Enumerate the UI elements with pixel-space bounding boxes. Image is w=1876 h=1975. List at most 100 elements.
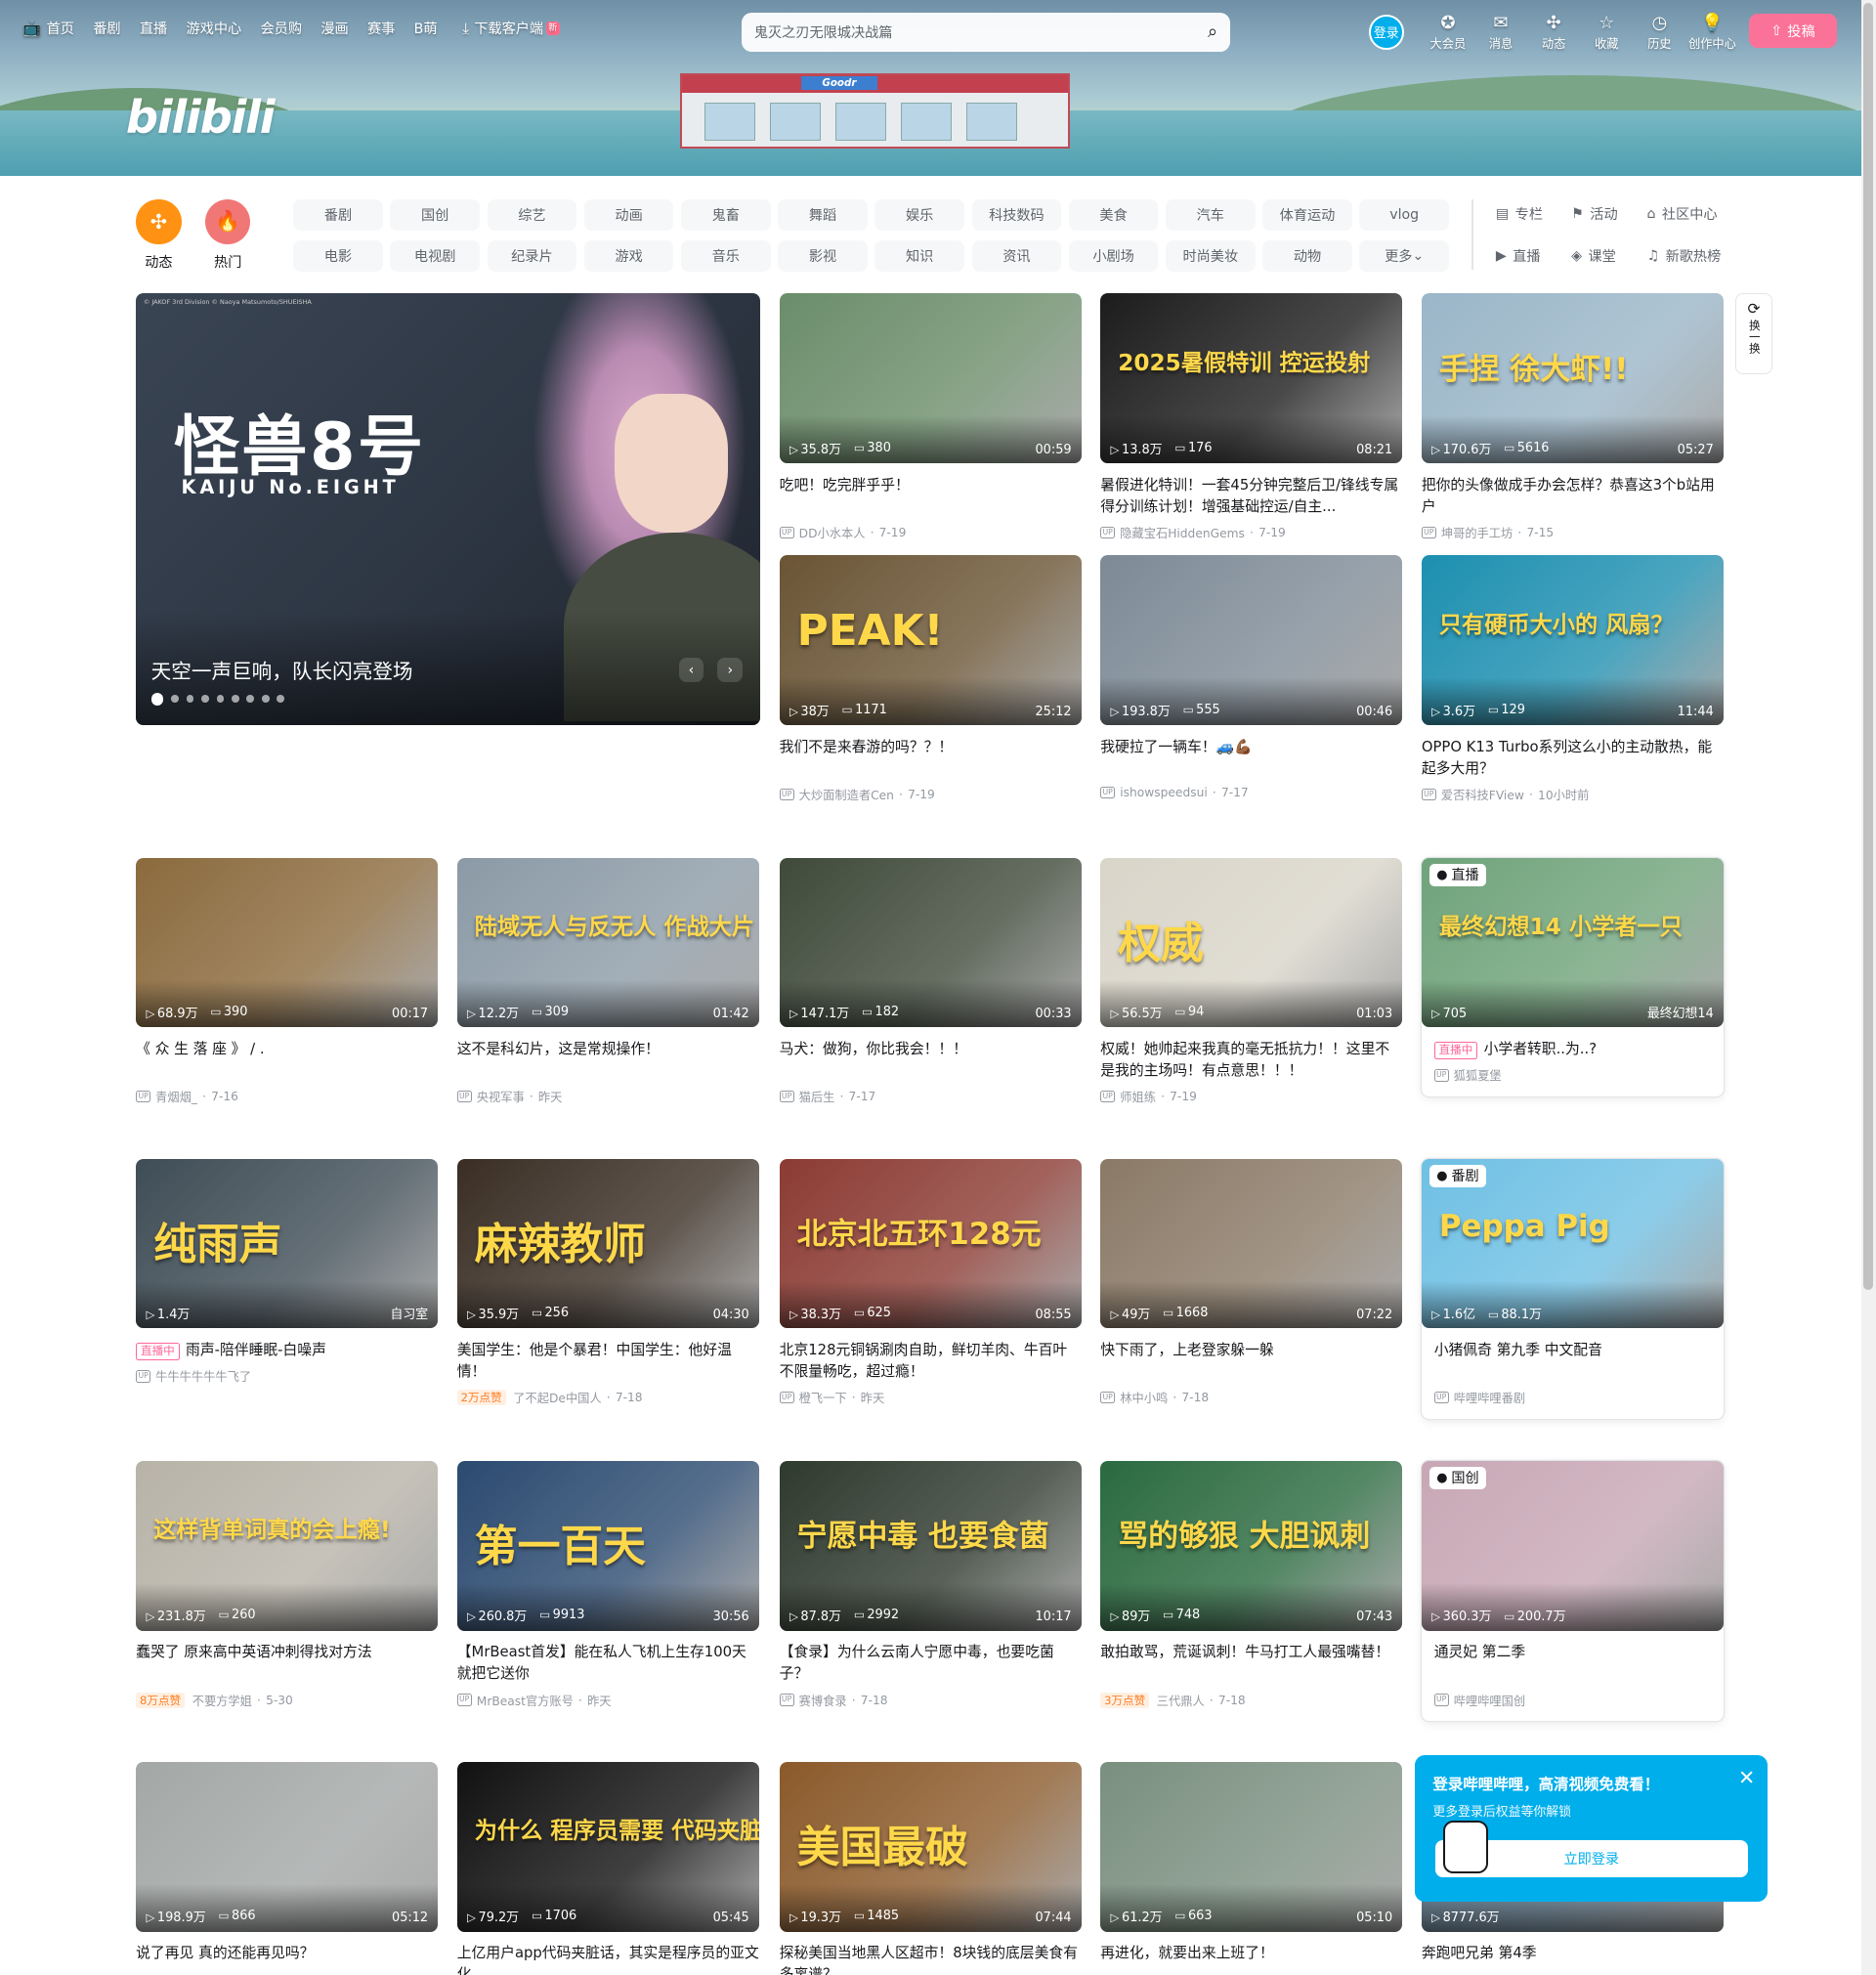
card-author[interactable]: 隐藏宝石HiddenGems (1120, 524, 1245, 541)
category-tag[interactable]: 科技数码 (971, 198, 1062, 231)
video-thumbnail[interactable]: 只有硬币大小的 风扇？ ▷ 3.6万 ▭ 129 11:44 (1421, 555, 1725, 726)
card-author[interactable]: 牛牛牛牛牛牛飞了 (155, 1367, 251, 1385)
video-card[interactable]: 陆域无人与反无人 作战大片 ▷ 12.2万 ▭ 309 01:42 这不是科幻片，这是常规操… (456, 857, 759, 1106)
video-thumbnail[interactable]: 这样背单词真的会上瘾! ▷ 231.8万 ▭ 260 (136, 1460, 439, 1631)
category-tag[interactable]: 鬼畜 (681, 198, 771, 231)
video-thumbnail[interactable]: 陆域无人与反无人 作战大片 ▷ 12.2万 ▭ 309 01:42 (456, 857, 759, 1028)
nav-match[interactable]: 赛事 (367, 19, 395, 38)
category-tag[interactable]: 体育运动 (1262, 198, 1352, 231)
video-thumbnail[interactable]: 为什么 程序员需要 代码夹脏话 ▷ 79.2万 ▭ 1706 05:45 (456, 1761, 759, 1932)
video-thumbnail[interactable]: ▷ 35.8万 ▭ 380 00:59 (779, 293, 1082, 464)
card-title[interactable]: 吃吧！吃完胖乎乎！ (780, 475, 1082, 518)
carousel-dot[interactable] (186, 695, 194, 704)
category-tag[interactable]: 汽车 (1166, 198, 1256, 231)
card-author[interactable]: ishowspeedsui (1120, 786, 1208, 799)
video-card[interactable]: ▷61.2万▭66305:10再进化，就要出来上班了！UP (1100, 1761, 1403, 1975)
card-title[interactable]: 再进化，就要出来上班了！ (1100, 1943, 1402, 1974)
category-tag[interactable]: 资讯 (971, 240, 1062, 273)
video-card[interactable]: 美国最破 ▷ 19.3万 ▭ 1485 07:44 探秘美国当地黑人区超市！8块钱的底层美食… (779, 1761, 1082, 1975)
search-bar[interactable]: 鬼灭之刃无限城决战篇 ⌕ (741, 12, 1230, 52)
video-thumbnail[interactable]: ▷ 61.2万 ▭ 663 05:10 (1100, 1761, 1403, 1932)
nav-anime[interactable]: 番剧 (93, 19, 120, 38)
video-card[interactable]: 麻辣教师 ▷ 35.9万 ▭ 256 04:30 美国学生：他是个暴君！中国学生：他好温情！… (456, 1158, 759, 1407)
dynamic-circle-button[interactable]: ✣ (136, 198, 182, 244)
video-thumbnail[interactable]: ▷ 193.8万 ▭ 555 00:46 (1100, 555, 1403, 726)
refresh-button[interactable]: ⟳ 换一换 (1734, 293, 1773, 374)
category-tag[interactable]: 影视 (778, 240, 868, 273)
category-tag[interactable]: 娱乐 (874, 198, 964, 231)
category-tag[interactable]: 纪录片 (487, 240, 577, 273)
video-thumbnail[interactable]: 美国最破 ▷ 19.3万 ▭ 1485 07:44 (779, 1761, 1082, 1932)
video-card[interactable]: ▷ 68.9万 ▭ 390 00:17 《 众 生 落 座 》 / . UP 青烟烟_ · 7-1… (136, 857, 439, 1106)
video-card[interactable]: 手捏 徐大虾!! ▷ 170.6万 ▭ 5616 05:27 把你的头像做成手办会怎样？恭喜… (1421, 293, 1725, 541)
category-tag[interactable]: 知识 (874, 240, 964, 273)
video-thumbnail[interactable]: PEAK! ▷ 38万 ▭ 1171 25:12 (779, 555, 1082, 726)
nav-vip[interactable]: ✪ 大会员 (1422, 13, 1474, 52)
link-community[interactable]: ⌂ 社区中心 (1646, 204, 1747, 224)
bilibili-logo[interactable]: bilibili (126, 91, 276, 144)
link-live[interactable]: ▶ 直播 (1496, 246, 1571, 266)
card-author[interactable]: 林中小鸣 (1120, 1389, 1168, 1406)
nav-message[interactable]: ✉ 消息 (1474, 13, 1527, 52)
card-author[interactable]: 大炒面制造者Cen (799, 786, 894, 803)
video-thumbnail[interactable]: 手捏 徐大虾!! ▷ 170.6万 ▭ 5616 05:27 (1421, 293, 1725, 464)
video-thumbnail[interactable]: Peppa Pig ● 番剧 ▷ 1.6亿 ▭ 88.1万 (1421, 1158, 1725, 1329)
card-author[interactable]: 不要方学姐 (192, 1692, 252, 1709)
video-thumbnail[interactable]: 纯雨声 ▷ 1.4万 自习室 (136, 1158, 439, 1329)
video-thumbnail[interactable]: ▷ 198.9万 ▭ 866 05:12 (136, 1761, 439, 1932)
video-card[interactable]: 最终幻想14 小学者一只 ● 直播 ▷ 705 最终幻想14 直播中 小学者转职..为..? U… (1421, 857, 1725, 1097)
category-tag[interactable]: 更多 ⌄ (1359, 240, 1449, 273)
card-title[interactable]: 这不是科幻片，这是常规操作！ (457, 1039, 759, 1082)
video-card[interactable]: ▷ 193.8万 ▭ 555 00:46 我硬拉了一辆车！🚙💪🏾 UP ishowspeeds… (1100, 555, 1403, 799)
category-tag[interactable]: 时尚美妆 (1166, 240, 1256, 273)
video-card[interactable]: 这样背单词真的会上瘾! ▷ 231.8万 ▭ 260 蠢哭了 原来高中英语冲刺得找对方法 8… (136, 1460, 439, 1709)
card-author[interactable]: DD小水本人 (799, 524, 866, 541)
video-card[interactable]: 宁愿中毒 也要食菌 ▷ 87.8万 ▭ 2992 10:17 【食录】为什么云南人宁愿中毒，… (779, 1460, 1082, 1709)
nav-dynamic[interactable]: ✣ 动态 (1527, 13, 1580, 52)
login-avatar-button[interactable]: 登录 (1368, 14, 1404, 50)
card-author[interactable]: 爱否科技FView (1441, 786, 1524, 803)
card-author[interactable]: 哔哩哔哩番剧 (1454, 1389, 1525, 1406)
video-thumbnail[interactable]: ▷ 147.1万 ▭ 182 00:33 (779, 857, 1082, 1028)
carousel-dot[interactable] (261, 695, 270, 704)
nav-manga[interactable]: 漫画 (320, 19, 348, 38)
card-author[interactable]: 三代鼎人 (1157, 1692, 1205, 1709)
video-card[interactable]: ▷ 49万 ▭ 1668 07:22 快下雨了，上老登家躲一躲 UP 林中小鸣 · 7-18 (1100, 1158, 1403, 1407)
carousel-next-button[interactable]: › (717, 657, 744, 683)
card-author[interactable]: 坤哥的手工坊 (1441, 524, 1513, 541)
video-card[interactable]: 第一百天 ▷ 260.8万 ▭ 9913 30:56 【MrBeast首发】能在私人飞机上生… (456, 1460, 759, 1709)
video-card[interactable]: 纯雨声 ▷ 1.4万 自习室 直播中 雨声-陪伴睡眠-白噪声 UP 牛牛牛牛牛牛飞了 (136, 1158, 439, 1386)
nav-download[interactable]: ⤓ 下载客户端新 (462, 19, 560, 38)
card-title[interactable]: 我们不是来春游的吗？？！ (780, 737, 1082, 780)
video-thumbnail[interactable]: 北京北五环128元 ▷ 38.3万 ▭ 625 08:55 (779, 1158, 1082, 1329)
video-card[interactable]: ▷ 35.8万 ▭ 380 00:59 吃吧！吃完胖乎乎！ UP DD小水本人 · 7-19 (779, 293, 1082, 541)
card-title[interactable]: 敢拍敢骂，荒诞讽刺！牛马打工人最强嘴替！ (1100, 1642, 1402, 1685)
category-tag[interactable]: 小剧场 (1068, 240, 1159, 273)
category-tag[interactable]: 动物 (1262, 240, 1352, 273)
banner-caption[interactable]: 天空一声巨响，队长闪亮登场 (151, 655, 413, 684)
video-thumbnail[interactable]: ● 国创 ▷ 360.3万 ▭ 200.7万 (1421, 1460, 1725, 1631)
card-author[interactable]: 青烟烟_ (155, 1088, 197, 1105)
card-author[interactable]: MrBeast官方账号 (477, 1692, 574, 1709)
card-title[interactable]: 美国学生：他是个暴君！中国学生：他好温情！ (457, 1340, 759, 1383)
category-tag[interactable]: 电影 (293, 240, 383, 273)
card-author[interactable]: 哔哩哔哩国创 (1454, 1692, 1525, 1709)
hero-carousel[interactable]: © JAKOF 3rd Division © Naoya Matsumoto/S… (136, 293, 761, 726)
category-tag[interactable]: vlog (1359, 198, 1449, 231)
card-title[interactable]: 上亿用户app代码夹脏话，其实是程序员的亚文化 (457, 1943, 759, 1974)
nav-creator[interactable]: 💡 创作中心 (1685, 13, 1738, 52)
video-thumbnail[interactable]: 麻辣教师 ▷ 35.9万 ▭ 256 04:30 (456, 1158, 759, 1329)
video-card[interactable]: 2025暑假特训 控运投射 ▷ 13.8万 ▭ 176 08:21 暑假进化特训！一套45分… (1100, 293, 1403, 541)
category-tag[interactable]: 综艺 (487, 198, 577, 231)
hot-circle-button[interactable]: 🔥 (205, 198, 251, 244)
upload-button[interactable]: ⇧ 投稿 (1748, 14, 1838, 48)
nav-favorite[interactable]: ☆ 收藏 (1580, 13, 1633, 52)
search-input[interactable]: 鬼灭之刃无限城决战篇 (754, 22, 1208, 42)
category-tag[interactable]: 游戏 (583, 240, 674, 273)
link-column[interactable]: ▤ 专栏 (1496, 204, 1571, 224)
video-card[interactable]: 只有硬币大小的 风扇？ ▷ 3.6万 ▭ 129 11:44 OPPO K13 Turbo系… (1421, 555, 1725, 803)
category-tag[interactable]: 国创 (390, 198, 480, 231)
card-author[interactable]: 橙飞一下 (799, 1389, 847, 1406)
video-thumbnail[interactable]: 第一百天 ▷ 260.8万 ▭ 9913 30:56 (456, 1460, 759, 1631)
video-thumbnail[interactable]: 骂的够狠 大胆讽刺 ▷ 89万 ▭ 748 07:43 (1100, 1460, 1403, 1631)
